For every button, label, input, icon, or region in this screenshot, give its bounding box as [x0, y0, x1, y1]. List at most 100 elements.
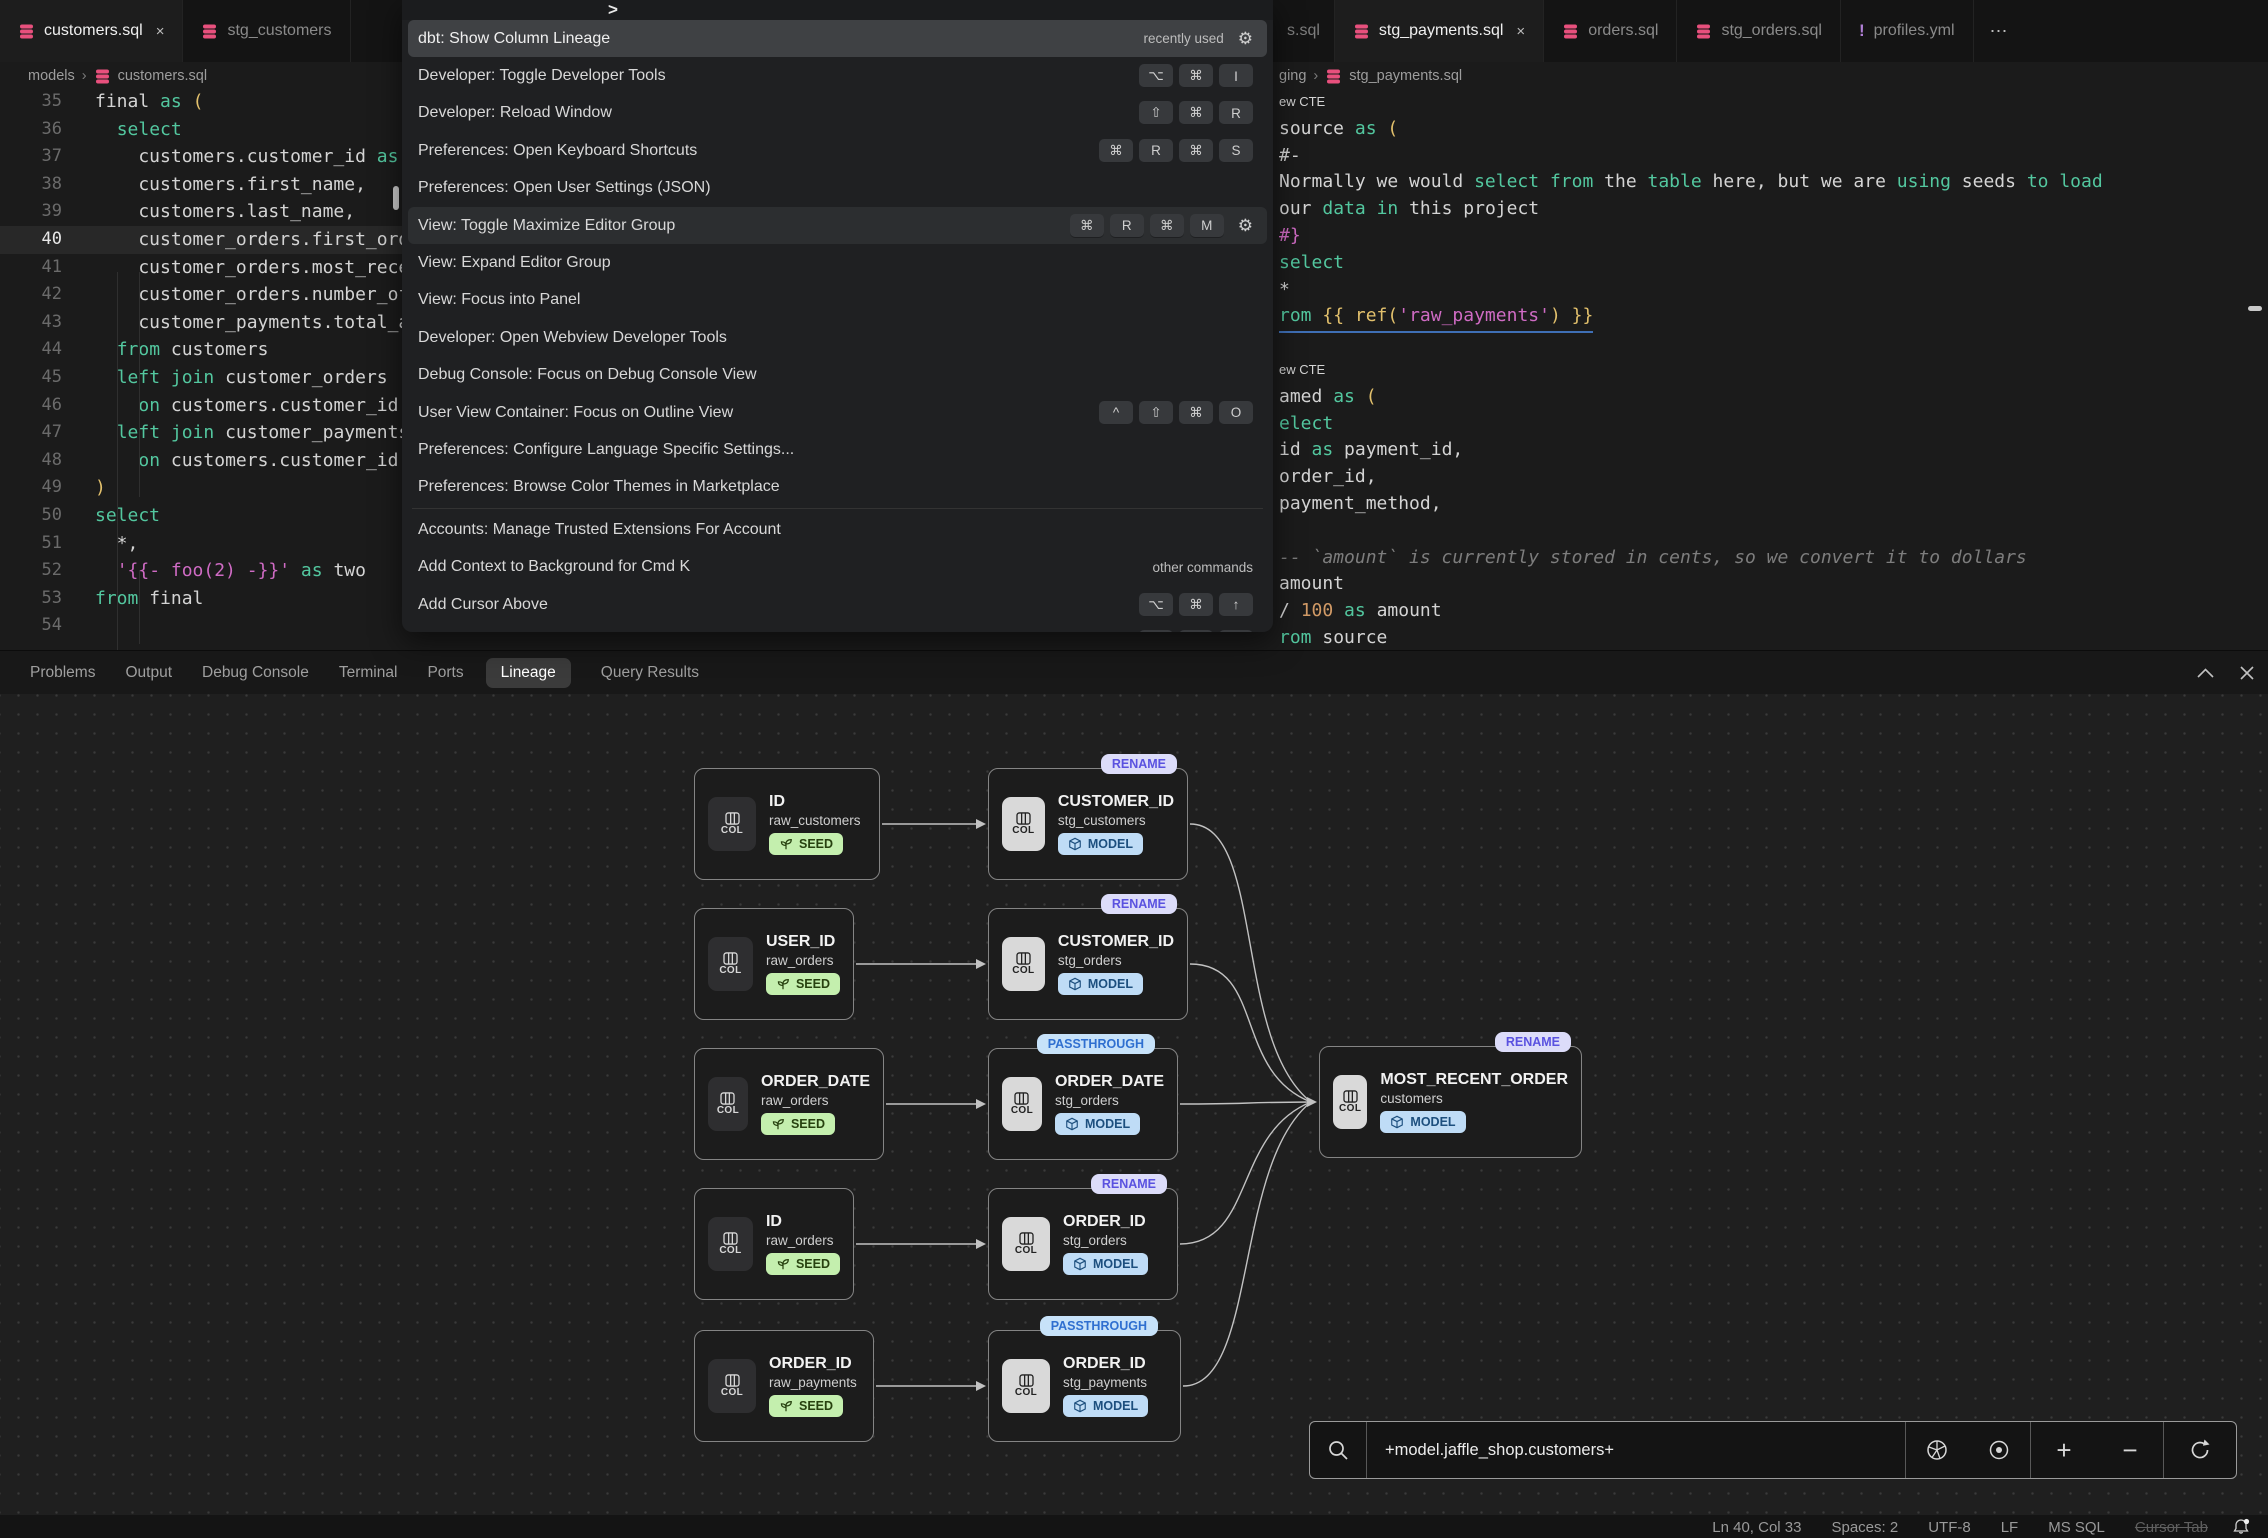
- keybinding-key: ⌘: [1179, 101, 1213, 125]
- collapse-panel-icon[interactable]: [2197, 668, 2214, 678]
- search-icon[interactable]: [1310, 1422, 1366, 1478]
- lineage-node-order_id-stg_payments[interactable]: COLORDER_IDstg_paymentsMODELPASSTHROUGH: [988, 1330, 1181, 1442]
- palette-item[interactable]: Developer: Open Webview Developer Tools: [408, 319, 1267, 356]
- line-number: 35: [0, 88, 62, 116]
- keybinding-key: ⌘: [1150, 214, 1184, 238]
- palette-item[interactable]: dbt: Show Column Lineagerecently used⚙: [408, 20, 1267, 57]
- palette-item[interactable]: Accounts: Manage Trusted Extensions For …: [408, 511, 1267, 548]
- palette-item[interactable]: User View Container: Focus on Outline Vi…: [408, 394, 1267, 431]
- tab-orders-sql[interactable]: orders.sql: [1544, 0, 1677, 62]
- tab-s-sql[interactable]: s.sql: [1273, 0, 1335, 62]
- panel-tab-output[interactable]: Output: [125, 664, 172, 682]
- scrollbar-thumb[interactable]: [393, 186, 399, 210]
- breadcrumb[interactable]: ging › stg_payments.sql: [1273, 62, 2268, 90]
- editor-stg-payments-sql[interactable]: ging › stg_payments.sql ew CTEsource as …: [1273, 62, 2268, 650]
- configure-keybinding-icon[interactable]: ⚙: [1238, 29, 1253, 49]
- zoom-in-button[interactable]: +: [2031, 1422, 2097, 1478]
- status-item-lf[interactable]: LF: [2001, 1519, 2019, 1536]
- lineage-node-order_id-raw_payments[interactable]: COLORDER_IDraw_paymentsSEED: [694, 1330, 874, 1442]
- panel-tab-problems[interactable]: Problems: [30, 664, 95, 682]
- tab-profiles-yml[interactable]: !profiles.yml: [1841, 0, 1974, 62]
- line-number: 45: [0, 364, 62, 392]
- database-icon: [94, 68, 111, 85]
- palette-item[interactable]: Preferences: Open Keyboard Shortcuts⌘R⌘S: [408, 132, 1267, 169]
- model-badge: MODEL: [1058, 833, 1143, 855]
- close-tab-icon[interactable]: ×: [1516, 23, 1525, 40]
- node-body: ORDER_DATEraw_ordersSEED: [761, 1073, 870, 1135]
- status-item-cursor-tab[interactable]: Cursor Tab: [2135, 1519, 2208, 1536]
- lineage-node-order_date-stg_orders[interactable]: COLORDER_DATEstg_ordersMODELPASSTHROUGH: [988, 1048, 1178, 1160]
- palette-item[interactable]: Preferences: Configure Language Specific…: [408, 431, 1267, 468]
- code-text: select: [1279, 249, 1344, 277]
- status-item-ms-sql[interactable]: MS SQL: [2048, 1519, 2105, 1536]
- panel-tab-ports[interactable]: Ports: [427, 664, 463, 682]
- panel-tab-query-results[interactable]: Query Results: [601, 664, 699, 682]
- palette-item[interactable]: Debug Console: Focus on Debug Console Vi…: [408, 357, 1267, 394]
- lineage-node-id-raw_customers[interactable]: COLIDraw_customersSEED: [694, 768, 880, 880]
- line-number: 54: [0, 612, 62, 640]
- notifications-bell-icon[interactable]: [2232, 1518, 2250, 1538]
- lineage-node-user_id-raw_orders[interactable]: COLUSER_IDraw_ordersSEED: [694, 908, 854, 1020]
- breadcrumb-folder[interactable]: models: [28, 68, 75, 84]
- status-item-ln-40-col-33[interactable]: Ln 40, Col 33: [1712, 1519, 1801, 1536]
- panel-tab-terminal[interactable]: Terminal: [339, 664, 398, 682]
- lineage-node-customer_id-stg_customers[interactable]: COLCUSTOMER_IDstg_customersMODELRENAME: [988, 768, 1188, 880]
- lineage-node-customer_id-stg_orders[interactable]: COLCUSTOMER_IDstg_ordersMODELRENAME: [988, 908, 1188, 1020]
- palette-item[interactable]: Preferences: Open User Settings (JSON): [408, 170, 1267, 207]
- lineage-canvas[interactable]: COLIDraw_customersSEED COLUSER_IDraw_orde…: [0, 694, 2268, 1515]
- palette-item[interactable]: Developer: Toggle Developer Tools⌥⌘I: [408, 57, 1267, 94]
- palette-item[interactable]: Add Cursor Above⌥⌘↑: [408, 586, 1267, 623]
- palette-item[interactable]: Preferences: Browse Color Themes in Mark…: [408, 469, 1267, 506]
- lineage-node-id-raw_orders[interactable]: COLIDraw_ordersSEED: [694, 1188, 854, 1300]
- node-subtitle: raw_orders: [766, 1233, 834, 1248]
- focus-target-icon[interactable]: [1968, 1422, 2030, 1478]
- palette-item-extras: ⌥⌘↓: [1133, 630, 1253, 632]
- code-text: ew CTE: [1279, 356, 1325, 384]
- status-item-utf-8[interactable]: UTF-8: [1928, 1519, 1971, 1536]
- close-tab-icon[interactable]: ×: [156, 23, 165, 40]
- panel-tab-debug-console[interactable]: Debug Console: [202, 664, 309, 682]
- node-body: IDraw_customersSEED: [769, 793, 861, 855]
- breadcrumb-file[interactable]: stg_payments.sql: [1349, 68, 1462, 84]
- palette-item-label: Add Context to Background for Cmd K: [418, 558, 1152, 576]
- tab-stg-orders-sql[interactable]: stg_orders.sql: [1677, 0, 1841, 62]
- node-subtitle: raw_customers: [769, 813, 861, 828]
- model-badge: MODEL: [1055, 1113, 1140, 1135]
- passthrough-tag: PASSTHROUGH: [1037, 1034, 1155, 1054]
- palette-item[interactable]: Add Context to Background for Cmd Kother…: [408, 548, 1267, 585]
- palette-item[interactable]: View: Toggle Maximize Editor Group⌘R⌘M⚙: [408, 207, 1267, 244]
- close-panel-icon[interactable]: [2240, 666, 2254, 680]
- line-number: 48: [0, 447, 62, 475]
- zoom-out-button[interactable]: −: [2097, 1422, 2163, 1478]
- command-palette-input[interactable]: >: [402, 0, 1273, 20]
- palette-item[interactable]: Developer: Reload Window⇧⌘R: [408, 95, 1267, 132]
- breadcrumb-file[interactable]: customers.sql: [118, 68, 207, 84]
- tab-customers-sql[interactable]: customers.sql×: [0, 0, 183, 62]
- more-tabs-button[interactable]: ⋯: [1974, 0, 2024, 62]
- tab-stg-payments-sql[interactable]: stg_payments.sql×: [1335, 0, 1544, 62]
- palette-item-extras: ⌘R⌘M⚙: [1064, 214, 1253, 238]
- lineage-node-order_date-raw_orders[interactable]: COLORDER_DATEraw_ordersSEED: [694, 1048, 884, 1160]
- breadcrumb-separator: ›: [82, 68, 87, 84]
- status-item-spaces-2[interactable]: Spaces: 2: [1831, 1519, 1898, 1536]
- configure-keybinding-icon[interactable]: ⚙: [1238, 216, 1253, 236]
- rename-tag: RENAME: [1101, 754, 1177, 774]
- panel-tab-lineage[interactable]: Lineage: [486, 658, 571, 688]
- keybinding-key: ⌘: [1179, 630, 1213, 632]
- snapshot-icon[interactable]: [1906, 1422, 1968, 1478]
- lineage-node-order_id-stg_orders[interactable]: COLORDER_IDstg_ordersMODELRENAME: [988, 1188, 1178, 1300]
- lineage-node-most_recent_order-customers[interactable]: COLMOST_RECENT_ORDERcustomersMODELRENAME: [1319, 1046, 1582, 1158]
- palette-item[interactable]: View: Focus into Panel: [408, 282, 1267, 319]
- refresh-icon[interactable]: [2164, 1422, 2236, 1478]
- lineage-search-input[interactable]: +model.jaffle_shop.customers+: [1367, 1422, 1905, 1478]
- code-text: from final: [95, 585, 203, 613]
- code-area[interactable]: ew CTEsource as (#-Normally we would sel…: [1273, 88, 2268, 650]
- tab-stg-customers[interactable]: stg_customers: [183, 0, 350, 62]
- keybinding-key: ⌥: [1139, 593, 1173, 617]
- breadcrumb-folder[interactable]: ging: [1279, 68, 1306, 84]
- code-line: amount: [1273, 570, 2268, 598]
- palette-item[interactable]: View: Expand Editor Group: [408, 244, 1267, 281]
- scrollbar-mark[interactable]: [2248, 306, 2262, 311]
- palette-item[interactable]: Add Cursor Below⌥⌘↓: [408, 623, 1267, 632]
- line-number: 40: [0, 226, 62, 254]
